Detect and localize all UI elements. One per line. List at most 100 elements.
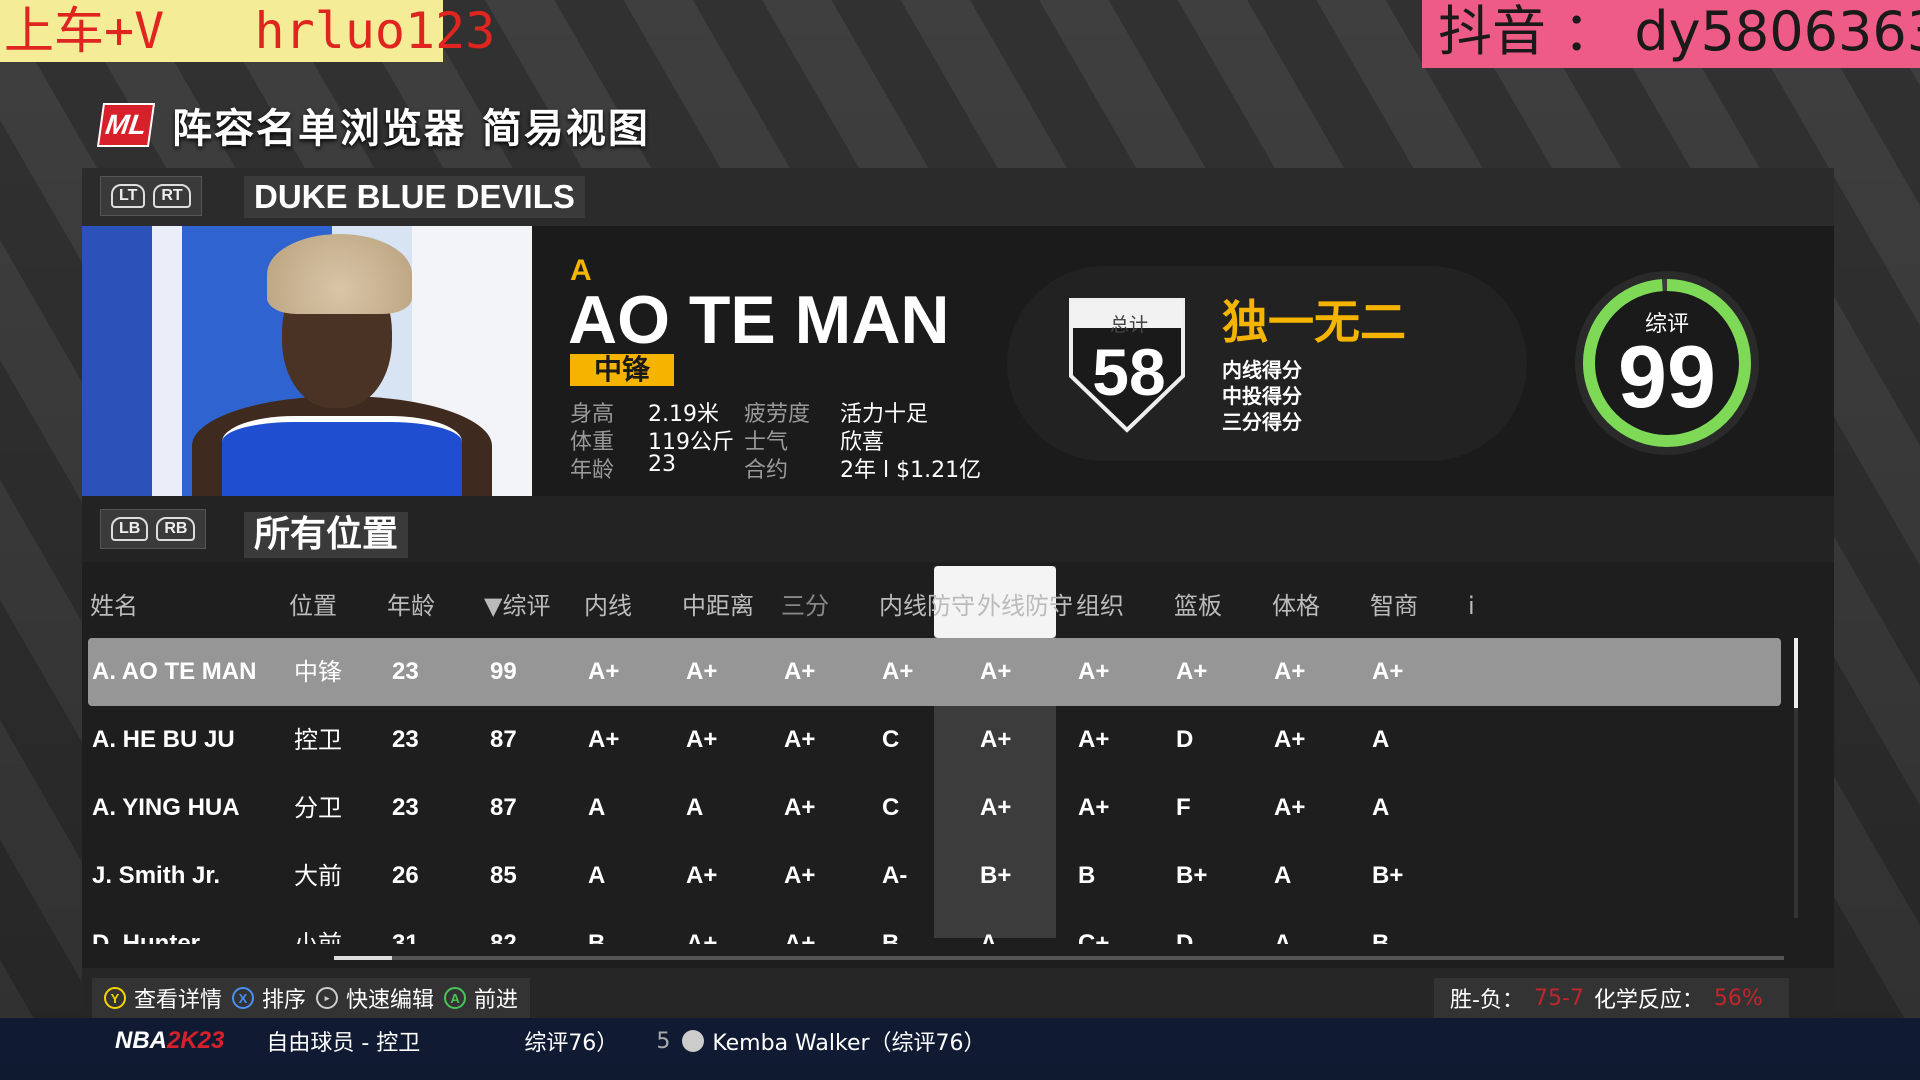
table-cell: A <box>1274 862 1292 889</box>
table-row[interactable]: D. Hunter 小前 31 82 B A+ A+ B A C+ D A B <box>88 910 1781 944</box>
badge-item: 内线得分 <box>1222 358 1302 382</box>
table-cell: 26 <box>392 862 419 889</box>
table-row[interactable]: A. YING HUA 分卫 23 87 A A A+ C A+ A+ F A+ A <box>88 774 1781 842</box>
help-sort[interactable]: 排序 <box>262 982 306 1014</box>
portrait-hair <box>267 234 412 314</box>
table-cell: 23 <box>392 794 419 821</box>
watermark-left: 上车+V hrluo123 <box>0 0 495 62</box>
table-row[interactable]: J. Smith Jr. 大前 26 85 A A+ A+ A- B+ B B+ A B+ <box>88 842 1781 910</box>
col-header-per-defense[interactable]: 外线防守 <box>977 586 1073 626</box>
col-header-age[interactable]: 年龄 <box>387 586 435 626</box>
table-cell: A+ <box>784 930 816 944</box>
table-cell: 中锋 <box>294 658 342 686</box>
table-cell: A <box>1372 794 1390 821</box>
table-cell: A <box>686 794 704 821</box>
vertical-scroll-thumb[interactable] <box>1794 638 1798 708</box>
table-cell: C+ <box>1078 930 1110 944</box>
col-header-overall[interactable]: ▼综评 <box>484 586 550 626</box>
button-help: Y 查看详情 X 排序 ▸ 快速编辑 A 前进 <box>92 978 531 1018</box>
table-cell: D. Hunter <box>92 930 200 944</box>
table-cell: A <box>980 930 998 944</box>
team-switch-buttons[interactable]: LT RT <box>100 176 202 216</box>
nba2k23-logo: NBA2K23 <box>115 1027 224 1055</box>
table-cell: A+ <box>784 794 816 821</box>
player-name: AO TE MAN <box>568 282 950 358</box>
col-header-int-defense[interactable]: 内线防守 <box>879 586 975 626</box>
position-filter-label[interactable]: 所有位置 <box>244 512 409 558</box>
chemistry-value: 56% <box>1713 985 1763 1011</box>
portrait-jersey <box>222 416 462 502</box>
horizontal-scroll-thumb[interactable] <box>334 956 392 960</box>
col-header-position[interactable]: 位置 <box>289 586 337 626</box>
a-button-icon: A <box>444 987 467 1009</box>
lt-button[interactable]: LT <box>111 184 146 208</box>
table-cell: A+ <box>784 658 816 685</box>
table-cell: A <box>1372 726 1390 753</box>
table-cell: A+ <box>1274 726 1306 753</box>
col-header-athleticism[interactable]: 体格 <box>1272 586 1320 626</box>
col-header-iq[interactable]: 智商 <box>1370 586 1418 626</box>
table-cell: B+ <box>1176 862 1208 889</box>
table-cell: 99 <box>490 658 517 685</box>
start-button-icon: ▸ <box>316 987 339 1009</box>
col-header-midrange[interactable]: 中距离 <box>682 586 754 626</box>
table-row[interactable]: A. AO TE MAN 中锋 23 99 A+ A+ A+ A+ A+ A+ A+ A+ A+ <box>88 638 1781 706</box>
horizontal-scrollbar[interactable] <box>334 956 1784 960</box>
table-cell: A+ <box>784 862 816 889</box>
age-value: 23 <box>648 452 676 477</box>
table-row[interactable]: A. HE BU JU 控卫 23 87 A+ A+ A+ C A+ A+ D A+ A <box>88 706 1781 774</box>
position-switch-buttons[interactable]: LB RB <box>100 509 207 549</box>
help-advance[interactable]: 前进 <box>474 982 518 1014</box>
table-cell: A. AO TE MAN <box>92 658 257 685</box>
table-cell: A+ <box>980 726 1012 753</box>
table-cell: A+ <box>686 930 718 944</box>
table-cell: A+ <box>980 658 1012 685</box>
col-header-rebound[interactable]: 篮板 <box>1174 586 1222 626</box>
team-name: DUKE BLUE DEVILS <box>244 176 585 218</box>
help-quick-edit[interactable]: 快速编辑 <box>346 982 434 1014</box>
table-cell: A+ <box>1274 658 1306 685</box>
col-header-playmaking[interactable]: 组织 <box>1076 586 1124 626</box>
chemistry-label: 化学反应： <box>1593 988 1704 1013</box>
x-button-icon: X <box>232 987 255 1009</box>
roster-panel: LT RT DUKE BLUE DEVILS A AO TE MAN 中锋 身高… <box>82 168 1834 1018</box>
table-cell: 23 <box>392 726 419 753</box>
table-cell: A+ <box>686 658 718 685</box>
col-header-more[interactable]: i <box>1468 586 1475 626</box>
table-cell: A+ <box>588 658 620 685</box>
col-header-three[interactable]: 三分 <box>781 586 829 626</box>
table-cell: A <box>588 794 606 821</box>
col-header-name[interactable]: 姓名 <box>90 586 138 626</box>
badge-title: 独一无二 <box>1222 295 1406 349</box>
table-cell: 31 <box>392 930 419 944</box>
screen-header: ML 阵容名单浏览器 简易视图 <box>96 100 650 152</box>
total-value: 58 <box>1092 335 1166 409</box>
help-details[interactable]: 查看详情 <box>134 982 222 1014</box>
watermark-right: 抖音 ： dy5806363 <box>1422 0 1920 68</box>
ticker-text-prev: 综评76） <box>524 1031 619 1056</box>
ticker-text-freeagent: 自由球员 - 控卫 <box>266 1031 421 1056</box>
team-record: 胜-负： 75-7 化学反应： 56% <box>1434 978 1789 1018</box>
rt-button[interactable]: RT <box>153 184 191 208</box>
table-cell: D <box>1176 726 1194 753</box>
lb-button[interactable]: LB <box>111 517 149 541</box>
contract-value: 2年 l $1.21亿 <box>840 458 982 483</box>
logo-nba: NBA <box>115 1027 167 1054</box>
table-cell: 小前 <box>294 930 342 944</box>
table-cell: B+ <box>980 862 1012 889</box>
rb-button[interactable]: RB <box>156 517 196 541</box>
table-cell: A. YING HUA <box>92 794 240 821</box>
record-value: 75-7 <box>1533 985 1584 1011</box>
age-label: 年龄 <box>570 458 615 483</box>
table-cell: C <box>882 726 900 753</box>
table-cell: A- <box>882 862 908 889</box>
table-cell: A+ <box>686 862 718 889</box>
myleague-logo: ML <box>96 103 156 147</box>
col-header-inside[interactable]: 内线 <box>584 586 632 626</box>
y-button-icon: Y <box>104 987 126 1009</box>
news-ticker: NBA2K23 自由球员 - 控卫 综评76） 5 Kemba Walker（综… <box>0 1018 1920 1080</box>
table-cell: A+ <box>1274 794 1306 821</box>
table-cell: J. Smith Jr. <box>92 862 221 889</box>
roster-table: 姓名 位置 年龄 ▼综评 内线 中距离 三分 内线防守 外线防守 组织 篮板 体… <box>84 566 1798 966</box>
table-cell: A+ <box>1078 794 1110 821</box>
